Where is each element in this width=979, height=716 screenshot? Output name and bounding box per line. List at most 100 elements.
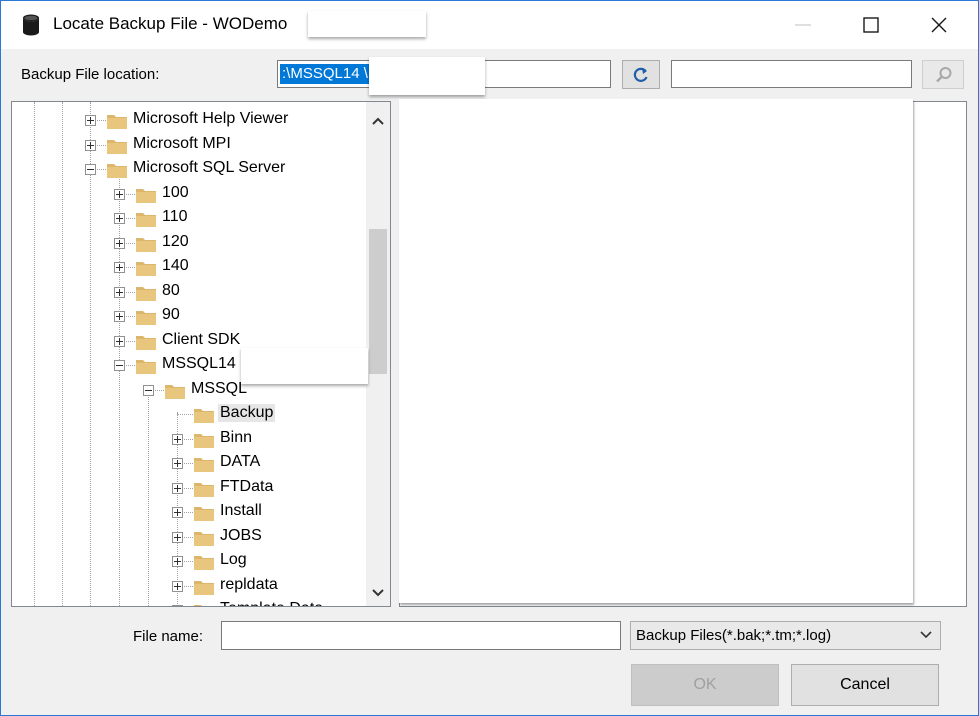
folder-icon (194, 433, 214, 448)
folder-icon (194, 580, 214, 595)
tree-item[interactable]: Log (12, 549, 367, 573)
expand-toggle[interactable] (85, 139, 96, 151)
expand-toggle[interactable] (114, 213, 125, 224)
tree-item[interactable]: Microsoft Help Viewer (12, 108, 367, 132)
tree-item[interactable]: 140 (12, 255, 367, 279)
tree-item[interactable]: Backup (12, 402, 367, 426)
expand-toggle[interactable] (114, 262, 125, 273)
refresh-button[interactable] (622, 60, 660, 89)
folder-icon (136, 360, 156, 374)
tree-item[interactable]: Install (12, 500, 367, 524)
tree-item-label: MSSQL (191, 379, 248, 397)
expand-toggle[interactable] (172, 507, 183, 518)
ok-button-label: OK (693, 676, 717, 693)
tree-item[interactable]: JOBS (12, 525, 367, 549)
expand-toggle[interactable] (172, 433, 183, 445)
tree-item-label: Microsoft Help Viewer (133, 110, 289, 127)
collapse-toggle[interactable] (114, 360, 125, 371)
tree-item-label: Microsoft MPI (133, 134, 231, 152)
tree-item[interactable]: DATA (12, 451, 367, 475)
folder-icon (194, 507, 214, 521)
tree-item-label: 120 (162, 232, 189, 250)
minimize-button[interactable] (773, 1, 833, 49)
search-input[interactable] (671, 60, 912, 88)
locate-backup-file-dialog: Locate Backup File - WODemo Backup File … (0, 0, 979, 716)
maximize-icon (863, 17, 879, 33)
expand-toggle[interactable] (172, 580, 183, 592)
scroll-up-icon[interactable] (371, 114, 385, 128)
redaction-patch (308, 11, 426, 37)
scroll-down-icon[interactable] (371, 586, 385, 600)
folder-icon (194, 531, 214, 546)
tree-item[interactable]: 100 (12, 182, 367, 206)
tree-item-label: Microsoft SQL Server (133, 159, 286, 176)
folder-icon (194, 458, 214, 472)
expand-toggle[interactable] (114, 188, 125, 200)
folder-icon (107, 139, 127, 154)
close-button[interactable] (909, 1, 969, 49)
redaction-patch (369, 57, 485, 95)
cancel-button[interactable]: Cancel (791, 664, 939, 706)
tree-item[interactable]: 80 (12, 280, 367, 304)
refresh-icon (633, 67, 648, 82)
collapse-toggle[interactable] (143, 384, 154, 396)
folder-icon (194, 605, 202, 606)
folder-icon (136, 262, 156, 276)
expand-toggle[interactable] (114, 335, 125, 347)
redaction-patch (241, 348, 368, 384)
folder-icon (136, 237, 156, 252)
file-name-input[interactable] (221, 621, 621, 650)
tree-item-label: 140 (162, 257, 189, 274)
ok-button[interactable]: OK (631, 664, 779, 706)
tree-scroll-thumb[interactable] (369, 229, 387, 374)
folder-icon (107, 115, 127, 129)
tree-item[interactable]: Binn (12, 427, 367, 451)
tree-item-label: Log (220, 551, 247, 568)
tree-item[interactable]: FTData (12, 476, 367, 500)
expand-toggle[interactable] (114, 311, 125, 322)
folder-icon (136, 335, 156, 350)
window-title: Locate Backup File - WODemo (53, 14, 288, 33)
tree-item-label: Install (220, 502, 262, 519)
expand-toggle[interactable] (85, 115, 96, 126)
tree-item[interactable]: 110 (12, 206, 367, 230)
expand-toggle[interactable] (172, 556, 183, 567)
expand-toggle[interactable] (172, 458, 183, 469)
maximize-button[interactable] (841, 1, 901, 49)
folder-icon (136, 311, 156, 325)
file-type-filter-select[interactable]: Backup Files(*.bak;*.tm;*.log) (630, 621, 941, 650)
title-bar[interactable]: Locate Backup File - WODemo (1, 1, 978, 49)
tree-item[interactable]: 120 (12, 231, 367, 255)
folder-tree[interactable]: Microsoft Help Viewer Microsoft MPI Micros… (11, 101, 391, 607)
collapse-toggle[interactable] (85, 164, 96, 175)
cancel-button-label: Cancel (840, 676, 890, 693)
tree-item-label: Binn (220, 428, 253, 446)
search-button[interactable] (922, 60, 964, 89)
backup-location-label: Backup File location: (21, 66, 160, 83)
folder-icon (165, 384, 185, 399)
minimize-icon (795, 24, 811, 26)
tree-item-label: 110 (162, 208, 188, 225)
tree-item-label: Template Data (218, 600, 325, 606)
tree-item[interactable]: 90 (12, 304, 367, 328)
tree-item-label: JOBS (220, 526, 262, 544)
tree-item[interactable]: repldata (12, 574, 367, 598)
tree-item-label: 100 (162, 183, 189, 201)
tree-item[interactable]: Template Data (12, 598, 367, 606)
expand-toggle[interactable] (114, 286, 125, 298)
tree-item-label: DATA (220, 453, 261, 470)
folder-icon (194, 409, 214, 423)
tree-scrollbar[interactable] (366, 102, 390, 606)
expand-toggle[interactable] (172, 531, 183, 543)
expand-toggle[interactable] (172, 605, 183, 606)
folder-icon (136, 188, 156, 203)
expand-toggle[interactable] (172, 482, 183, 494)
tree-item[interactable]: Microsoft MPI (12, 133, 367, 157)
folder-icon (107, 164, 127, 178)
tree-item-label: 80 (162, 281, 180, 299)
search-icon (936, 67, 952, 83)
expand-toggle[interactable] (114, 237, 125, 249)
tree-item[interactable]: Microsoft SQL Server (12, 157, 367, 181)
close-icon (931, 17, 947, 33)
tree-item-label: MSSQL14 (162, 355, 236, 372)
